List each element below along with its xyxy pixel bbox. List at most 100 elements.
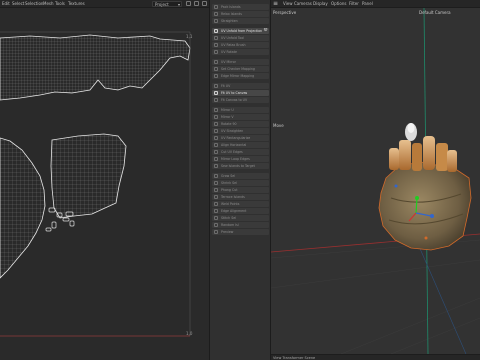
uv-command-button[interactable]: Mirror Loop Edges	[212, 156, 269, 162]
uv-command-button[interactable]: Pack Islands	[212, 4, 269, 10]
uv-command-icon	[214, 195, 218, 199]
uv-command-label: Preview	[221, 230, 234, 234]
uv-command-icon	[214, 108, 218, 112]
uv-command-button[interactable]: Preview	[212, 229, 269, 235]
uv-command-icon	[214, 216, 218, 220]
uv-command-button[interactable]: Weld Points	[212, 201, 269, 207]
uv-command-icon	[214, 202, 218, 206]
uv-command-icon	[214, 19, 218, 23]
viewport-name: Perspective	[273, 10, 297, 15]
uv-command-label: Phong Cut	[221, 188, 238, 192]
uv-command-button[interactable]: Rotate 90	[212, 121, 269, 127]
uv-editor-menubar: Edit Select Selection Mesh Tools Texture…	[0, 0, 209, 8]
uv-command-label: UV Unfold Tool	[221, 36, 245, 40]
uv-command-button[interactable]: UV Relax Brush	[212, 42, 269, 48]
viewport-move-label: Move	[273, 123, 284, 128]
uv-command-icon	[214, 122, 218, 126]
uv-command-label: Edge Alignment	[221, 209, 247, 213]
uv-command-button[interactable]: UV Rectangularize	[212, 135, 269, 141]
uv-command-label: Fit Canvas to UV	[221, 98, 248, 102]
uv-command-button[interactable]: Fit UV to Canvas	[212, 90, 269, 96]
uv-command-button[interactable]: Grow Sel	[212, 173, 269, 179]
uv-menu-edit[interactable]: Edit	[2, 1, 10, 6]
uv-command-button[interactable]: UV Unfold from Projection ⚙	[212, 28, 269, 34]
uv-menu-select[interactable]: Select	[12, 1, 24, 6]
uv-command-button[interactable]: UV Straighten	[212, 128, 269, 134]
uv-menu-mesh[interactable]: Mesh	[43, 1, 54, 6]
uv-tool-b-icon[interactable]	[194, 1, 199, 6]
uv-command-icon	[214, 43, 218, 47]
vp-menu-panel[interactable]: Panel	[362, 1, 373, 6]
uv-command-icon	[214, 181, 218, 185]
uv-command-button[interactable]: Edge Alignment	[212, 208, 269, 214]
uv-command-label: UV Mirror	[221, 60, 236, 64]
uv-command-icon	[214, 157, 218, 161]
uv-command-button[interactable]: Terrace Islands	[212, 194, 269, 200]
uv-command-icon	[214, 223, 218, 227]
uv-command-button[interactable]: Relax Islands	[212, 11, 269, 17]
bread-sack-model	[378, 123, 472, 251]
viewport-canvas[interactable]	[271, 8, 480, 354]
uv-command-button[interactable]: Mirror V	[212, 114, 269, 120]
uv-command-label: Stitch Sel	[221, 216, 237, 220]
uv-canvas[interactable]: 1,1 1,0	[0, 8, 209, 360]
uv-command-icon	[214, 164, 218, 168]
vp-menu-options[interactable]: Options	[331, 1, 346, 6]
uv-command-label: UV Rectangularize	[221, 136, 251, 140]
uv-command-label: Weld Points	[221, 202, 240, 206]
uv-command-icon	[214, 98, 218, 102]
uv-tool-a-icon[interactable]	[186, 1, 191, 6]
uv-island-base	[0, 137, 46, 279]
uv-mode-dropdown[interactable]: Project ▾	[152, 1, 182, 7]
uv-command-label: Mirror U	[221, 108, 234, 112]
uv-corner-label-top: 1,1	[186, 34, 193, 39]
chevron-down-icon: ▾	[177, 2, 180, 7]
uv-command-button[interactable]: Stitch Sel	[212, 215, 269, 221]
uv-command-icon	[214, 129, 218, 133]
uv-command-label: Align Horizontal	[221, 143, 247, 147]
uv-command-icon	[214, 60, 218, 64]
uv-command-label: Relax Islands	[221, 12, 242, 16]
hamburger-icon[interactable]: ≡	[273, 0, 278, 7]
uv-command-label: Cut UV Edges	[221, 150, 243, 154]
uv-menu-selection[interactable]: Selection	[25, 1, 43, 6]
vp-menu-display[interactable]: Display	[313, 1, 328, 6]
uv-command-icon	[214, 174, 218, 178]
uv-command-button[interactable]: Fit Canvas to UV	[212, 97, 269, 103]
uv-command-icon	[214, 188, 218, 192]
uv-command-button[interactable]: Phong Cut	[212, 187, 269, 193]
vp-menu-cameras[interactable]: Cameras	[294, 1, 312, 6]
uv-command-label: UV Relax Brush	[221, 43, 246, 47]
viewport-camera-label[interactable]: Default Camera	[419, 10, 451, 15]
uv-command-button[interactable]: Edge Mirror Mapping	[212, 73, 269, 79]
uv-island-side	[50, 133, 127, 219]
uv-command-button[interactable]: Cut UV Edges	[212, 149, 269, 155]
uv-command-label: UV Unfold from Projection	[221, 29, 263, 33]
uv-command-label: Fit UV	[221, 84, 231, 88]
vp-menu-view[interactable]: View	[283, 1, 293, 6]
gear-icon[interactable]: ⚙	[264, 28, 268, 33]
uv-command-button[interactable]: Mirror U	[212, 107, 269, 113]
uv-command-button[interactable]: Sew Islands to Target	[212, 163, 269, 169]
uv-command-button[interactable]: Set Checker Mapping	[212, 66, 269, 72]
uv-command-icon	[214, 36, 218, 40]
uv-command-button[interactable]: UV Rotate	[212, 49, 269, 55]
uv-command-label: Rotate 90	[221, 122, 237, 126]
uv-command-label: UV Rotate	[221, 50, 237, 54]
uv-command-button[interactable]: Fit UV	[212, 83, 269, 89]
uv-command-icon	[214, 136, 218, 140]
viewport-status-text: View Transformer Scene	[273, 356, 316, 360]
uv-command-button[interactable]: Shrink Sel	[212, 180, 269, 186]
uv-command-button[interactable]: Straighten	[212, 18, 269, 24]
uv-menu-textures[interactable]: Textures	[68, 1, 85, 6]
uv-command-button[interactable]: UV Mirror	[212, 59, 269, 65]
vp-menu-filter[interactable]: Filter	[349, 1, 359, 6]
uv-tool-c-icon[interactable]	[202, 1, 207, 6]
viewport-menubar: ≡ View Cameras Display Options Filter Pa…	[271, 0, 480, 8]
uv-command-icon	[214, 74, 218, 78]
uv-command-label: Terrace Islands	[221, 195, 245, 199]
uv-command-button[interactable]: Random Isl	[212, 222, 269, 228]
uv-command-button[interactable]: Align Horizontal	[212, 142, 269, 148]
uv-command-button[interactable]: UV Unfold Tool	[212, 35, 269, 41]
uv-menu-tools[interactable]: Tools	[55, 1, 65, 6]
